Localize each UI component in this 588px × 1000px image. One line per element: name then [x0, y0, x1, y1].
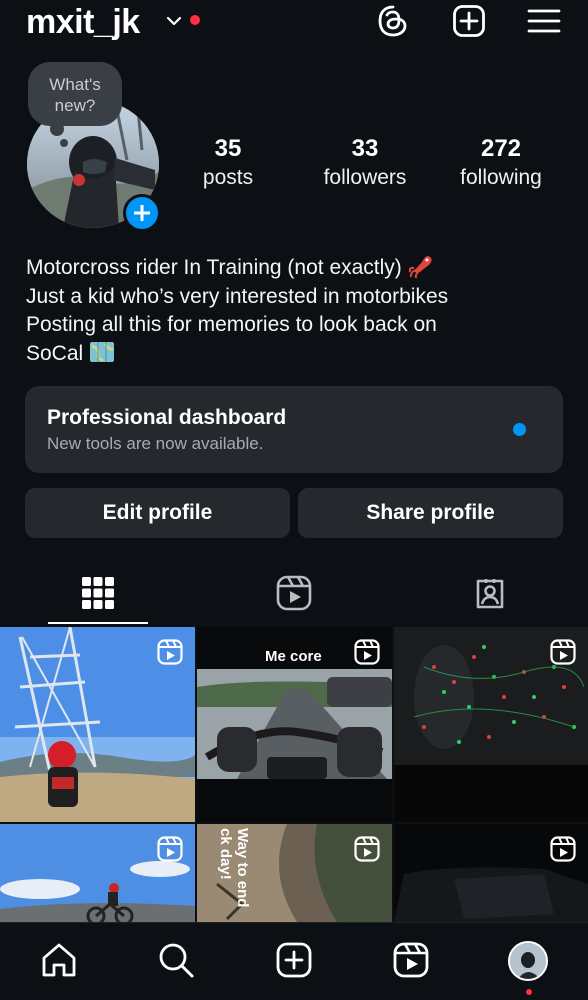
threads-icon[interactable]: [376, 4, 410, 38]
bio-line: Motorcross rider In Training (not exactl…: [26, 254, 566, 283]
grid-post[interactable]: [0, 627, 195, 822]
stat-posts[interactable]: 35 posts: [188, 135, 268, 190]
notification-dot: [526, 989, 532, 995]
tab-tagged[interactable]: [392, 560, 587, 626]
note-bubble[interactable]: What's new?: [28, 62, 122, 126]
bio-line: SoCal: [26, 340, 566, 369]
tab-grid[interactable]: [0, 560, 195, 626]
grid-post[interactable]: [394, 824, 588, 922]
professional-dashboard-card[interactable]: Professional dashboard New tools are now…: [25, 386, 563, 473]
reel-icon: [550, 836, 576, 862]
stat-value: 35: [214, 135, 242, 162]
add-story-button[interactable]: [123, 194, 161, 232]
dashboard-title: Professional dashboard: [47, 406, 287, 429]
share-profile-button[interactable]: Share profile: [298, 488, 563, 538]
dashboard-subtitle: New tools are now available.: [47, 434, 264, 453]
chevron-down-icon[interactable]: [165, 12, 183, 30]
stat-label: followers: [323, 166, 407, 189]
stat-followers[interactable]: 33 followers: [310, 135, 420, 190]
bio-line: Just a kid who’s very interested in moto…: [26, 284, 449, 308]
stat-value: 272: [480, 135, 522, 162]
squid-emoji: [408, 256, 432, 278]
reels-icon[interactable]: [392, 941, 430, 979]
tab-reels[interactable]: [196, 560, 391, 626]
home-icon[interactable]: [40, 941, 78, 979]
profile-screen: mxit_jk What's new? 35 posts 33 follower…: [0, 0, 588, 1000]
active-tab-indicator: [48, 622, 148, 624]
reels-icon: [276, 575, 311, 611]
reel-icon: [354, 639, 380, 665]
edit-profile-button[interactable]: Edit profile: [25, 488, 290, 538]
tagged-icon: [476, 579, 503, 609]
note-bubble-tail-small: [60, 139, 68, 147]
menu-icon[interactable]: [527, 4, 561, 38]
post-caption: Me core: [265, 648, 322, 665]
stat-value: 33: [351, 135, 379, 162]
notification-dot: [190, 15, 200, 25]
stat-label: following: [460, 166, 542, 189]
stat-label: posts: [202, 166, 254, 189]
grid-post[interactable]: Me core: [197, 627, 392, 822]
map-emoji: [90, 341, 115, 362]
grid-post[interactable]: [394, 627, 588, 822]
bio-line: Posting all this for memories to look ba…: [26, 313, 437, 336]
stat-following[interactable]: 272 following: [448, 135, 554, 190]
profile-avatar[interactable]: [508, 941, 548, 981]
grid-post[interactable]: [0, 824, 195, 922]
grid-icon: [81, 577, 114, 609]
create-icon[interactable]: [275, 941, 313, 979]
bottom-nav: [0, 922, 588, 1000]
create-plus-icon[interactable]: [452, 4, 486, 38]
reel-icon: [354, 836, 380, 862]
grid-post[interactable]: Way to end ck day!: [197, 824, 392, 922]
post-caption: Way to end ck day!: [217, 828, 251, 908]
bio: Motorcross rider In Training (not exactl…: [26, 254, 566, 368]
reel-icon: [550, 639, 576, 665]
search-icon[interactable]: [157, 941, 195, 979]
reel-icon: [157, 836, 183, 862]
reel-icon: [157, 639, 183, 665]
username[interactable]: mxit_jk: [26, 3, 140, 42]
top-bar: mxit_jk: [0, 0, 588, 50]
new-indicator-dot: [513, 423, 526, 436]
